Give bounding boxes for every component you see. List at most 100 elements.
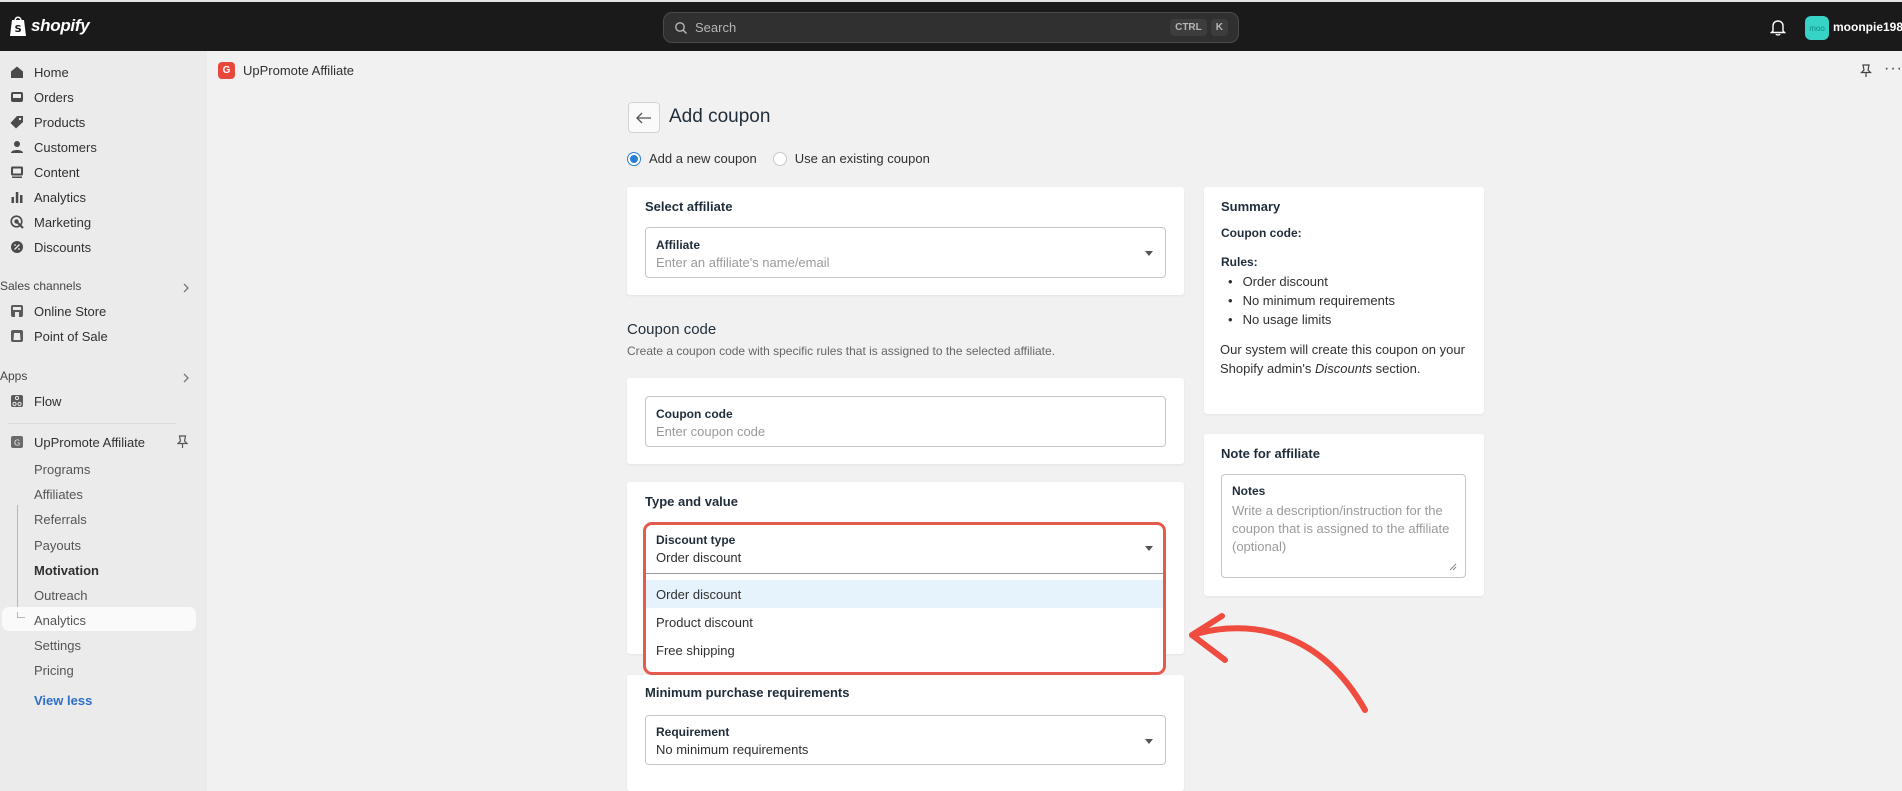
summary-rules-label: Rules: [1221,255,1258,269]
radio-label[interactable]: Use an existing coupon [795,151,930,166]
pin-icon[interactable] [177,435,188,449]
sidebar-item-label: Marketing [34,214,92,230]
sidebar-item-analytics[interactable]: Analytics [10,186,86,208]
search-placeholder: Search [695,20,737,35]
sidebar-item-marketing[interactable]: Marketing [10,211,91,233]
summary-note: Our system will create this coupon on yo… [1220,340,1475,378]
sidebar-item-customers[interactable]: Customers [10,136,97,158]
radio-add-new-coupon[interactable] [627,151,641,166]
sidebar-item-point-of-sale[interactable]: Point of Sale [10,325,108,347]
notification-bell-icon[interactable] [1770,19,1786,36]
back-button[interactable] [628,102,660,133]
discount-icon [10,240,24,254]
more-options-icon[interactable]: ··· [1884,60,1902,78]
page-title: Add coupon [669,106,771,127]
sidebar-item-flow[interactable]: Flow [10,390,61,412]
apps-heading: Apps [0,369,28,383]
radio-use-existing-coupon[interactable] [772,151,787,166]
sidebar-item-label: Products [34,114,86,130]
sidebar-item-label: Online Store [34,303,107,319]
target-icon [10,215,24,229]
active-item-highlight [2,607,196,631]
resize-handle-icon[interactable] [1449,563,1457,571]
svg-text:S: S [15,24,22,35]
pos-icon [10,329,24,343]
affiliate-input-placeholder: Enter an affiliate's name/email [656,255,830,270]
sidebar-item-label: Discounts [34,239,92,255]
home-icon [10,65,24,79]
sidebar-item-label: Customers [34,139,97,155]
summary-note-emphasis: Discounts [1314,361,1373,376]
field-label: Requirement [656,725,730,739]
shopify-bag-icon: S [10,16,26,36]
avatar[interactable]: moo [1805,16,1829,40]
person-icon [10,140,24,154]
radio-label[interactable]: Add a new coupon [649,151,757,166]
username[interactable]: moonpie198 [1833,20,1902,34]
top-bar: S shopify Search CTRL K moo moonpie198 [0,0,1902,51]
arrow-left-icon [636,112,651,123]
tree-hook [17,612,25,618]
shortcut-key-ctrl: CTRL [1170,19,1207,36]
sidebar: Home Orders Products Customers Content A… [0,51,207,791]
sidebar-divider [8,423,176,424]
search-bar[interactable]: Search CTRL K [663,12,1239,43]
sidebar-subitem-referrals[interactable]: Referrals [34,512,87,527]
sidebar-subitem-pricing[interactable]: Pricing [34,663,74,678]
notes-placeholder: Write a description/instruction for the … [1232,503,1450,554]
chevron-right-icon[interactable] [181,373,191,383]
card-heading: Minimum purchase requirements [645,685,850,700]
card-heading: Note for affiliate [1221,446,1320,461]
requirement-select[interactable]: Requirement No minimum requirements [645,715,1166,765]
sidebar-item-orders[interactable]: Orders [10,86,74,108]
pin-icon[interactable] [1860,64,1872,78]
coupon-code-card: Coupon code Enter coupon code [627,378,1184,464]
summary-rule: Order discount [1242,272,1395,291]
shopify-logo[interactable]: S shopify [9,15,90,37]
coupon-code-placeholder: Enter coupon code [656,424,766,439]
sidebar-item-content[interactable]: Content [10,161,80,183]
svg-text:G: G [14,439,20,448]
field-label: Affiliate [656,238,701,252]
sales-channels-heading: Sales channels [0,279,82,293]
affiliate-select[interactable]: Affiliate Enter an affiliate's name/emai… [645,227,1166,278]
search-icon [675,21,687,34]
sidebar-item-label: Home [34,64,69,80]
minimum-purchase-card: Minimum purchase requirements Requiremen… [627,675,1184,791]
sidebar-item-online-store[interactable]: Online Store [10,300,106,322]
sidebar-subitem-programs[interactable]: Programs [34,462,90,477]
sidebar-subitem-outreach[interactable]: Outreach [34,588,87,603]
field-label: Coupon code [656,407,733,421]
sidebar-item-label: UpPromote Affiliate [34,434,146,450]
caret-down-icon [1145,739,1153,744]
flow-icon [10,394,24,408]
coupon-code-input[interactable]: Coupon code Enter coupon code [645,396,1166,447]
sidebar-subitem-affiliates[interactable]: Affiliates [34,487,83,502]
sidebar-subitem-payouts[interactable]: Payouts [34,538,81,553]
requirement-value: No minimum requirements [656,742,809,757]
sidebar-item-label: Orders [34,89,74,105]
view-less-link[interactable]: View less [34,693,92,708]
sidebar-subitem-settings[interactable]: Settings [34,638,81,653]
coupon-mode-radio-group: Add a new coupon Use an existing coupon [627,151,930,166]
shortcut-key-k: K [1210,19,1228,36]
sidebar-item-label: Point of Sale [34,328,108,344]
card-heading: Select affiliate [645,199,733,214]
sidebar-item-discounts[interactable]: Discounts [10,236,91,258]
notes-textarea[interactable]: Notes Write a description/instruction fo… [1221,474,1466,578]
sidebar-item-products[interactable]: Products [10,111,85,133]
select-affiliate-card: Select affiliate Affiliate Enter an affi… [627,187,1184,295]
app-header: G UpPromote Affiliate ··· [207,51,1902,89]
sidebar-item-label: Analytics [34,189,87,205]
annotation-highlight-box [643,522,1166,675]
caret-down-icon [1145,251,1153,256]
chevron-right-icon[interactable] [181,283,191,293]
summary-rules-list: Order discount No minimum requirements N… [1242,272,1395,329]
brand-name: shopify [31,16,90,35]
uppromote-logo-icon: G [218,62,235,79]
sidebar-subitem-analytics[interactable]: Analytics [34,613,86,628]
sidebar-item-home[interactable]: Home [10,61,69,83]
app-icon: G [10,435,24,449]
sidebar-subitem-motivation[interactable]: Motivation [34,563,99,578]
sidebar-item-uppromote-affiliate[interactable]: G UpPromote Affiliate [10,431,145,453]
